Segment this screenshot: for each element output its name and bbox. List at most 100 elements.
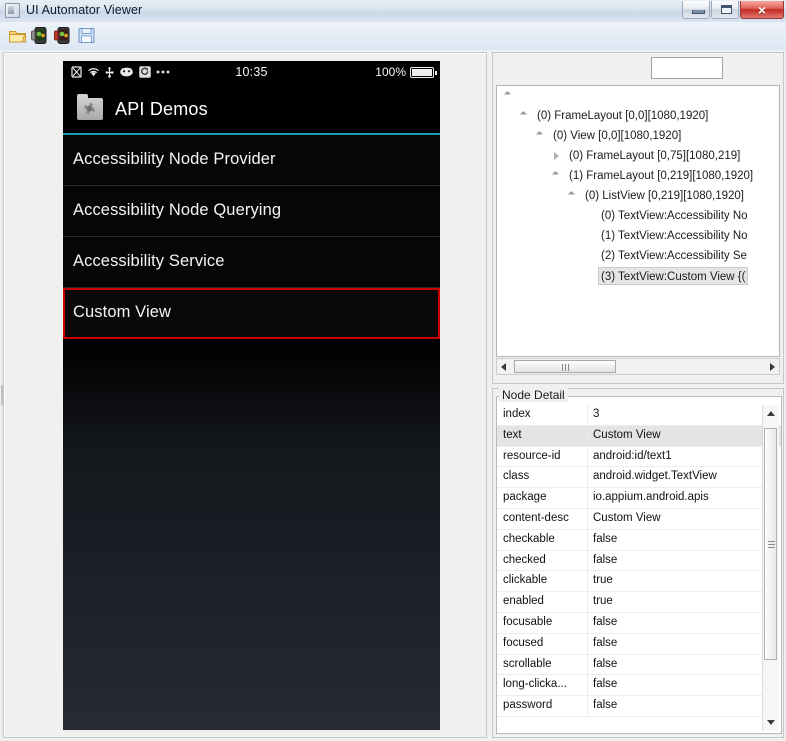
column-separator xyxy=(587,446,588,467)
property-key: text xyxy=(503,428,522,441)
table-row[interactable]: class android.widget.TextView xyxy=(497,467,781,489)
property-value: 3 xyxy=(593,408,600,420)
chevron-collapsed-icon[interactable] xyxy=(554,152,559,160)
maximize-icon xyxy=(721,5,732,14)
list-item-selected[interactable]: Custom View xyxy=(63,288,440,339)
property-value: Custom View xyxy=(593,511,661,524)
property-value: io.appium.android.apis xyxy=(593,491,709,504)
tree-row-label: (1) TextView:Accessibility No xyxy=(601,230,748,242)
hierarchy-tree[interactable]: (0) FrameLayout [0,0][1080,1920] (0) Vie… xyxy=(496,85,780,357)
minimize-button[interactable] xyxy=(682,1,710,19)
property-key: checkable xyxy=(503,532,555,545)
tree-row[interactable]: (0) TextView:Accessibility No xyxy=(497,206,779,226)
device-list: Accessibility Node Provider Accessibilit… xyxy=(63,135,440,339)
column-separator xyxy=(587,488,588,508)
table-row[interactable]: long-clicka... false xyxy=(497,675,781,697)
chevron-expanded-icon[interactable] xyxy=(535,130,544,139)
list-item-label: Accessibility Node Provider xyxy=(73,150,276,168)
tree-row[interactable]: (2) TextView:Accessibility Se xyxy=(497,246,779,266)
save-icon[interactable] xyxy=(77,26,96,45)
column-separator xyxy=(587,425,588,446)
tree-row-selected[interactable]: (3) TextView:Custom View {( xyxy=(497,266,779,286)
tree-row-label: (1) FrameLayout [0,219][1080,1920] xyxy=(569,170,754,182)
tree-row[interactable]: (1) TextView:Accessibility No xyxy=(497,226,779,246)
table-row[interactable]: index 3 xyxy=(497,405,781,426)
list-item-label: Accessibility Node Querying xyxy=(73,201,282,219)
tree-row[interactable]: (1) FrameLayout [0,219][1080,1920] xyxy=(497,166,779,186)
scrollbar-thumb[interactable] xyxy=(514,360,616,373)
property-value: true xyxy=(593,595,613,608)
hierarchy-panel: (0) FrameLayout [0,0][1080,1920] (0) Vie… xyxy=(492,52,784,384)
device-screenshot-compressed-icon[interactable] xyxy=(54,26,73,45)
property-value: false xyxy=(593,636,618,649)
column-separator xyxy=(587,654,588,675)
table-row[interactable]: clickable true xyxy=(497,571,781,593)
node-detail-table[interactable]: index 3 text Custom View resource-id androi… xyxy=(497,405,781,731)
column-separator xyxy=(587,571,588,592)
table-row[interactable]: enabled true xyxy=(497,592,781,613)
column-separator xyxy=(587,696,588,716)
status-battery-group: 100% xyxy=(375,65,437,79)
scrollbar-thumb[interactable] xyxy=(764,428,777,660)
table-row[interactable]: content-desc Custom View xyxy=(497,508,781,530)
device-screenshot-icon[interactable] xyxy=(31,26,50,45)
toolbar xyxy=(0,22,786,51)
tree-row[interactable]: (0) View [0,0][1080,1920] xyxy=(497,126,779,146)
chevron-expanded-icon[interactable] xyxy=(503,90,512,99)
property-key: content-desc xyxy=(503,511,569,524)
property-value: false xyxy=(593,678,618,691)
tree-row[interactable]: (0) FrameLayout [0,0][1080,1920] xyxy=(497,106,779,126)
minimize-icon xyxy=(692,10,705,14)
table-row-selected[interactable]: text Custom View xyxy=(497,425,781,447)
column-separator xyxy=(587,550,588,571)
maximize-button[interactable] xyxy=(711,1,739,19)
property-value: false xyxy=(593,699,618,712)
list-item[interactable]: Accessibility Service xyxy=(63,237,440,288)
scroll-left-icon[interactable] xyxy=(501,363,506,371)
property-key: clickable xyxy=(503,574,548,587)
table-row[interactable]: focusable false xyxy=(497,612,781,634)
column-separator xyxy=(587,612,588,633)
table-row[interactable]: checked false xyxy=(497,550,781,572)
inspector-pane: (0) FrameLayout [0,0][1080,1920] (0) Vie… xyxy=(492,52,784,738)
close-button[interactable]: × xyxy=(740,1,784,19)
property-key: scrollable xyxy=(503,657,552,670)
table-row[interactable]: focused false xyxy=(497,633,781,655)
tree-horizontal-scrollbar[interactable] xyxy=(496,358,780,375)
chevron-expanded-icon[interactable] xyxy=(519,110,528,119)
property-key: enabled xyxy=(503,595,544,608)
property-value: false xyxy=(593,615,618,628)
tree-row-label: (0) ListView [0,219][1080,1920] xyxy=(585,190,744,202)
list-item[interactable]: Accessibility Node Provider xyxy=(63,135,440,186)
scroll-right-icon[interactable] xyxy=(770,363,775,371)
tree-row[interactable] xyxy=(497,86,779,106)
device-status-bar: 10:35 100% xyxy=(63,61,440,87)
list-item[interactable]: Accessibility Node Querying xyxy=(63,186,440,237)
tree-row[interactable]: (0) ListView [0,219][1080,1920] xyxy=(497,186,779,206)
property-value: android:id/text1 xyxy=(593,449,672,462)
table-row[interactable]: checkable false xyxy=(497,529,781,551)
node-detail-vertical-scrollbar[interactable] xyxy=(762,405,779,731)
column-separator xyxy=(587,405,588,425)
property-value: true xyxy=(593,574,613,587)
property-value: false xyxy=(593,532,618,545)
open-file-icon[interactable] xyxy=(8,26,27,45)
property-key: package xyxy=(503,491,547,504)
chevron-expanded-icon[interactable] xyxy=(551,170,560,179)
scroll-down-icon[interactable] xyxy=(767,720,775,725)
device-screen[interactable]: 10:35 100% API Demos Accessibility Node … xyxy=(63,61,440,730)
close-icon: × xyxy=(757,1,767,18)
table-row[interactable]: password false xyxy=(497,696,781,717)
search-input[interactable] xyxy=(651,57,723,79)
screenshot-pane: 10:35 100% API Demos Accessibility Node … xyxy=(3,52,487,738)
table-row[interactable]: package io.appium.android.apis xyxy=(497,488,781,509)
column-separator xyxy=(587,508,588,529)
property-value: android.widget.TextView xyxy=(593,470,717,483)
list-item-label: Custom View xyxy=(73,303,171,321)
list-item-label: Accessibility Service xyxy=(73,252,225,270)
scroll-up-icon[interactable] xyxy=(767,411,775,416)
table-row[interactable]: scrollable false xyxy=(497,654,781,676)
table-row[interactable]: resource-id android:id/text1 xyxy=(497,446,781,468)
tree-row[interactable]: (0) FrameLayout [0,75][1080,219] xyxy=(497,146,779,166)
chevron-expanded-icon[interactable] xyxy=(567,190,576,199)
